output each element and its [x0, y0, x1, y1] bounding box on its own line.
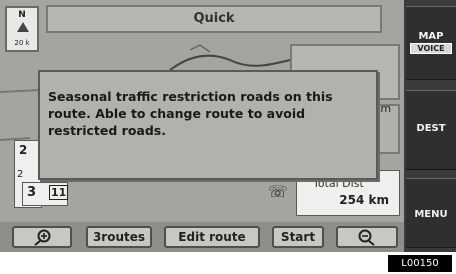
travel-time-box: 3 11: [22, 182, 69, 206]
travel-time-hours: 3: [27, 185, 37, 200]
map-scale-label: 20 k: [14, 39, 30, 47]
zoom-out-button[interactable]: [336, 226, 398, 248]
restriction-alert-message: Seasonal traffic restriction roads on th…: [48, 89, 333, 138]
travel-time-minutes: 11: [49, 185, 69, 200]
total-distance-value: 254 km: [339, 193, 389, 207]
zoom-out-icon: [358, 229, 375, 246]
routes-button[interactable]: 3routes: [86, 226, 152, 248]
route-info-bottom: 2: [17, 169, 24, 180]
restriction-alert-dialog[interactable]: Seasonal traffic restriction roads on th…: [38, 70, 378, 180]
start-button[interactable]: Start: [272, 226, 324, 248]
route-info-top: 2: [19, 143, 28, 157]
figure-code-label: L00150: [388, 255, 452, 272]
map-label: MAP: [418, 31, 444, 42]
map-voice-button[interactable]: MAP VOICE: [406, 6, 456, 80]
north-arrow-icon: [17, 22, 29, 32]
dest-label: DEST: [416, 123, 446, 134]
edit-route-button[interactable]: Edit route: [164, 226, 260, 248]
nav-screen: N 20 k Quick km 2 2 3 11 ☏ Total Dist 25…: [0, 0, 404, 252]
phone-icon: ☏: [268, 182, 289, 201]
dest-button[interactable]: DEST: [406, 90, 456, 170]
compass-scale[interactable]: N 20 k: [5, 6, 39, 52]
zoom-in-icon: [34, 229, 51, 246]
route-type-button[interactable]: Quick: [46, 5, 382, 33]
side-menu: MAP VOICE DEST MENU: [404, 0, 456, 252]
voice-label: VOICE: [410, 43, 452, 54]
north-indicator: N: [18, 10, 26, 20]
menu-label: MENU: [414, 209, 448, 220]
zoom-in-button[interactable]: [12, 226, 72, 248]
menu-button[interactable]: MENU: [406, 178, 456, 248]
